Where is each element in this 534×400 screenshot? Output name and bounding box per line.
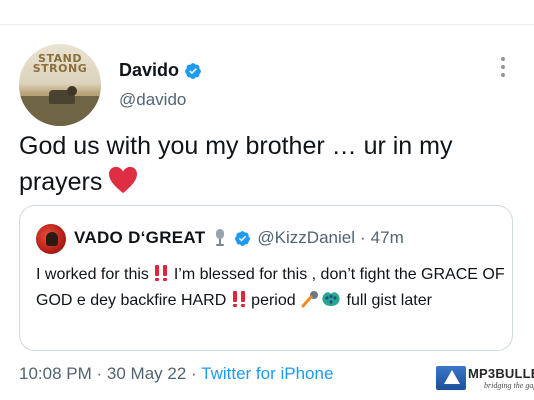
top-divider xyxy=(0,24,534,25)
more-options-icon[interactable] xyxy=(497,57,509,79)
meta-separator-1: · xyxy=(96,364,103,383)
author-name-text: Davido xyxy=(119,60,180,80)
tweet-date[interactable]: 30 May 22 xyxy=(107,364,186,383)
author-display-name[interactable]: Davido xyxy=(119,60,202,81)
quoted-tweet-card[interactable]: VADO D‘GREAT @KizzDaniel · 47m I worked … xyxy=(19,205,513,351)
tweet-time[interactable]: 10:08 PM xyxy=(19,364,92,383)
quoted-tweet-header: VADO D‘GREAT @KizzDaniel · 47m xyxy=(74,228,404,248)
tweet-metadata: 10:08 PM · 30 May 22 · Twitter for iPhon… xyxy=(19,364,333,384)
quoted-tweet-text: I worked for this I’m blessed for this ,… xyxy=(36,262,506,314)
tweet-text: God us with you my brother … ur in my pr… xyxy=(19,128,519,200)
author-handle[interactable]: @davido xyxy=(119,90,186,110)
quoted-timestamp[interactable]: 47m xyxy=(371,228,404,248)
quoted-text-part-3: period xyxy=(246,292,301,309)
quoted-text-part-1: I worked for this xyxy=(36,266,154,283)
double-exclamation-emoji-icon xyxy=(155,265,168,281)
author-avatar[interactable]: STAND STRONG xyxy=(19,44,101,126)
quoted-text-part-4: full gist later xyxy=(342,292,432,309)
watermark-subtitle: bridging the gap xyxy=(484,381,534,390)
quoted-separator: · xyxy=(360,228,366,247)
tweet-text-body: God us with you my brother … ur in my pr… xyxy=(19,132,453,196)
studio-microphone-emoji-icon xyxy=(216,229,225,246)
quoted-verified-badge-icon xyxy=(235,230,251,246)
peacock-emoji-icon xyxy=(322,292,340,306)
microphone-emoji-icon xyxy=(301,291,319,308)
red-heart-emoji-icon xyxy=(109,166,138,194)
avatar-album-logo: STAND STRONG xyxy=(32,52,88,75)
quoted-author-name[interactable]: VADO D‘GREAT xyxy=(74,228,205,248)
meta-separator-2: · xyxy=(191,364,197,383)
mp3bullet-watermark: MP3BULLET bridging the gap xyxy=(434,364,534,394)
watermark-title: MP3BULLET xyxy=(468,366,534,381)
verified-badge-icon xyxy=(185,62,201,79)
tweet-source-link[interactable]: Twitter for iPhone xyxy=(201,364,333,383)
quoted-author-avatar[interactable] xyxy=(36,224,66,254)
avatar-figure-head xyxy=(67,86,77,96)
quoted-author-handle[interactable]: @KizzDaniel xyxy=(257,228,355,248)
watermark-logo-icon xyxy=(436,366,466,390)
double-exclamation-emoji-icon xyxy=(232,291,245,307)
